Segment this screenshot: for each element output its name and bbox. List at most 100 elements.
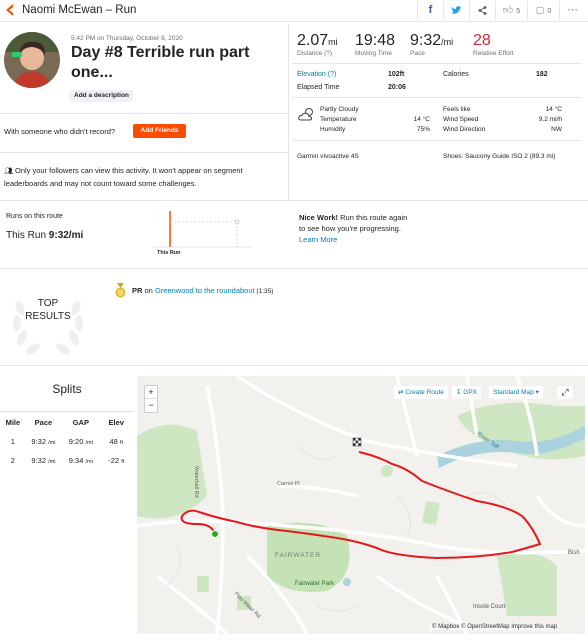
segment-link[interactable]: Greenwood to the roundabout: [155, 286, 255, 295]
device-name: Garmin vívoactive 4S: [297, 153, 359, 160]
learn-more-link[interactable]: Learn More: [299, 235, 337, 244]
weather-left-values: 14 °C 75%: [398, 105, 430, 135]
weather-right: Feels like Wind Speed Wind Direction: [443, 105, 485, 135]
map-attribution[interactable]: © Mapbox © OpenStreetMap Improve this ma…: [430, 624, 560, 630]
moving-time-label: Moving Time: [355, 50, 392, 57]
create-route-button[interactable]: ⇄ Create Route: [394, 386, 448, 399]
weather-left: Partly Cloudy Temperature Humidity: [320, 105, 359, 135]
map-type-select[interactable]: Standard Map ▾: [489, 386, 543, 399]
comment-icon: ▢: [535, 5, 545, 15]
stat-moving-time: 19:48 Moving Time: [355, 32, 395, 57]
elapsed-time-value: 20:06: [388, 84, 406, 91]
followers-icon: 👥︎: [4, 168, 13, 175]
this-run-label: This Run: [6, 230, 47, 241]
map-zoom-control: + −: [144, 385, 158, 413]
graph-this-run-label: This Run: [157, 250, 181, 256]
segment-time: (1:35): [254, 288, 274, 295]
elevation-help-link[interactable]: Elevation (?): [297, 71, 336, 78]
facebook-share-icon[interactable]: f: [417, 1, 443, 20]
pace-label: Pace: [410, 50, 425, 57]
kudos-count: 5: [516, 8, 521, 15]
zoom-out-button[interactable]: −: [145, 399, 157, 412]
more-options-button[interactable]: ⋯: [559, 1, 585, 20]
download-icon: ↧: [456, 389, 462, 396]
wind-direction-label: Wind Direction: [443, 126, 486, 133]
kudos-button[interactable]: 👍︎ 5: [495, 1, 527, 20]
stat-pace: 9:32/mi Pace: [410, 32, 453, 57]
map-type-label: Standard Map: [493, 389, 534, 396]
route-heading: Runs on this route: [6, 213, 63, 220]
nice-work-rest: Run this route again: [338, 213, 408, 222]
partly-cloudy-icon: [298, 108, 313, 121]
distance-unit: mi: [328, 37, 338, 47]
top-results-label: TOP RESULTS: [18, 297, 78, 323]
twitter-share-icon[interactable]: [443, 1, 469, 20]
top-results-line2: RESULTS: [25, 311, 71, 322]
gpx-label: GPX: [463, 389, 477, 396]
expand-icon: ⤢: [561, 387, 569, 397]
fullscreen-button[interactable]: ⤢: [557, 386, 573, 399]
chevron-down-icon: ▾: [535, 389, 539, 396]
split-mile: 1: [10, 437, 15, 446]
privacy-note: 👥︎ Only your followers can view this act…: [4, 165, 284, 190]
activity-title-line1: Day #8 Terrible run part: [71, 44, 250, 61]
start-marker-icon: [211, 530, 219, 538]
create-route-icon: ⇄: [398, 389, 404, 396]
wind-direction-value: NW: [551, 126, 562, 133]
splits-col-elev: Elev: [108, 418, 124, 427]
nice-work-bold: Nice Work!: [299, 213, 339, 222]
split-elev: -22 ft: [108, 456, 125, 465]
strava-chevron-icon[interactable]: [5, 3, 17, 17]
comment-count: 0: [547, 8, 552, 15]
calories-label: Calories: [443, 71, 469, 78]
pr-achievement: PR on Greenwood to the roundabout (1:35): [132, 286, 273, 295]
activity-title[interactable]: Day #8 Terrible run part one...: [71, 43, 281, 83]
zoom-in-button[interactable]: +: [145, 386, 157, 399]
top-results-line1: TOP: [37, 298, 59, 309]
pr-prefix: PR: [132, 286, 143, 295]
add-description-button[interactable]: Add a description: [70, 90, 133, 102]
split-pace: 9:32 /mi: [31, 456, 56, 465]
splits-title: Splits: [52, 382, 82, 396]
calories-value: 182: [536, 71, 548, 78]
gpx-download-button[interactable]: ↧ GPX: [452, 386, 481, 399]
table-row[interactable]: 1 9:32 /mi 9:20 /mi 48 ft: [2, 433, 132, 450]
distance-help-link[interactable]: Distance (?): [297, 50, 338, 57]
split-gap: 9:34 /mi: [68, 456, 93, 465]
temperature-value: 14 °C: [413, 116, 430, 123]
thumbs-up-icon: 👍︎: [502, 5, 514, 16]
humidity-label: Humidity: [320, 126, 346, 133]
split-mile: 2: [10, 456, 15, 465]
wind-speed-value: 9.2 mi/h: [538, 116, 562, 123]
activity-header: Naomi McEwan – Run f 👍︎ 5 ▢ 0 ⋯: [0, 0, 588, 22]
splits-col-gap: GAP: [72, 418, 89, 427]
splits-col-pace: Pace: [34, 418, 53, 427]
feels-like-value: 14 °C: [545, 106, 562, 113]
splits-header-row: Mile Pace GAP Elev: [2, 414, 132, 431]
create-route-label: Create Route: [405, 389, 444, 396]
share-icon[interactable]: [469, 1, 495, 20]
route-line: [180, 437, 542, 560]
weather-right-values: 14 °C 9.2 mi/h NW: [520, 105, 562, 135]
shoes-info[interactable]: Shoes: Saucony Guide ISO 2 (89.3 mi): [443, 153, 555, 160]
stat-distance: 2.07mi Distance (?): [297, 32, 338, 57]
pace-value: 9:32: [410, 32, 442, 49]
table-row[interactable]: 2 9:32 /mi 9:34 /mi -22 ft: [2, 452, 132, 469]
this-run-summary: This Run 9:32/mi: [6, 230, 83, 241]
athlete-avatar[interactable]: [4, 32, 60, 88]
distance-value: 2.07: [297, 32, 329, 49]
stat-relative-effort[interactable]: 28 Relative Effort: [473, 32, 514, 57]
pr-medal-icon: [114, 283, 127, 298]
add-friends-button[interactable]: Add Friends: [133, 124, 186, 138]
split-elev: 48 ft: [109, 437, 124, 446]
comment-button[interactable]: ▢ 0: [527, 1, 559, 20]
weather-condition: Partly Cloudy: [320, 106, 359, 113]
finish-flag-icon: [352, 437, 362, 447]
privacy-note-line2: leaderboards and may not count toward so…: [4, 179, 197, 188]
humidity-value: 75%: [416, 126, 430, 133]
elevation-value: 102ft: [388, 71, 405, 78]
route-map[interactable]: FAIRWATER Fairwater Park Insole Court Ri…: [137, 376, 585, 634]
split-pace: 9:32 /mi: [31, 437, 56, 446]
temperature-label: Temperature: [320, 116, 357, 123]
wind-speed-label: Wind Speed: [443, 116, 479, 123]
